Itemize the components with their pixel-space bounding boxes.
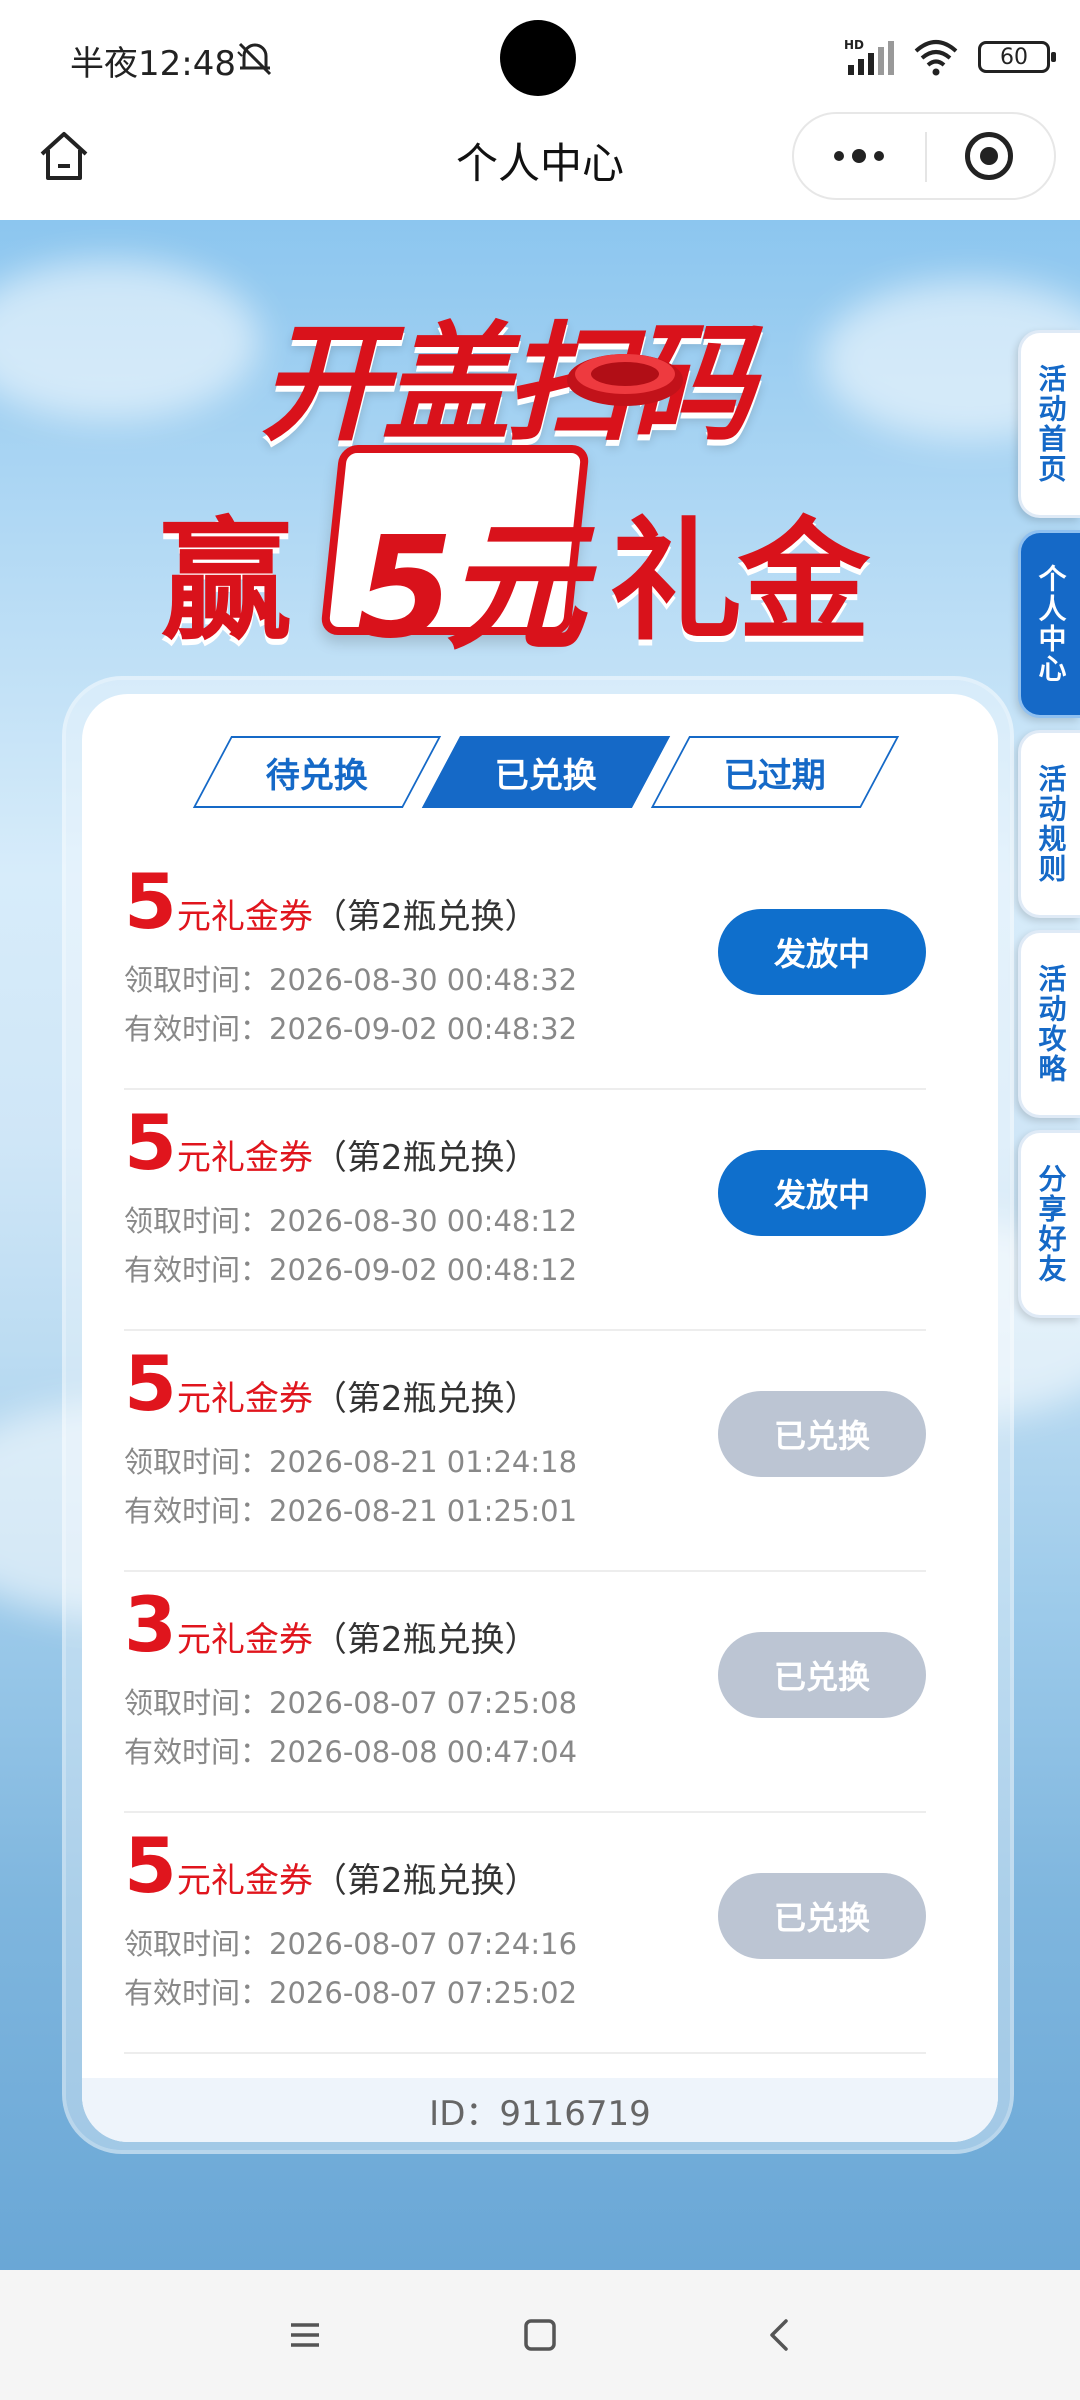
signal-icon: HD <box>844 38 894 75</box>
close-mini-program-button[interactable] <box>924 114 1054 198</box>
square-home-icon <box>524 2319 556 2351</box>
voucher-status-button[interactable]: 已兑换 <box>718 1873 926 1959</box>
voucher-note: （第2瓶兑换） <box>312 1138 539 1178</box>
voucher-unit: 元礼金券 <box>176 1620 313 1660</box>
claim-time: 2026-08-07 07:25:08 <box>269 1686 578 1720</box>
valid-time: 2026-08-07 07:25:02 <box>269 1976 578 2010</box>
voucher-item: 5 元礼金券 （第2瓶兑换） 领取时间：2026-08-30 00:48:12 … <box>124 1090 926 1331</box>
claim-time: 2026-08-07 07:24:16 <box>269 1927 578 1961</box>
side-tab-activity-home[interactable]: 活动首页 <box>1018 330 1080 518</box>
side-nav: 活动首页 个人中心 活动规则 活动攻略 分享好友 <box>1018 330 1080 1330</box>
valid-time: 2026-09-02 00:48:12 <box>269 1253 578 1287</box>
voucher-item: 5 元礼金券 （第2瓶兑换） 领取时间：2026-08-30 00:48:32 … <box>124 849 926 1090</box>
voucher-item: 5 元礼金券 （第2瓶兑换） 领取时间：2026-08-07 07:24:16 … <box>124 1813 926 2054</box>
voucher-amount: 5 <box>124 1098 177 1187</box>
voucher-amount: 5 <box>124 1339 177 1428</box>
menu-icon <box>291 2323 319 2347</box>
valid-time-label: 有效时间： <box>124 1494 270 1528</box>
voucher-note: （第2瓶兑换） <box>312 897 539 937</box>
promo-banner: 开盖扫码 赢 5元 礼金 <box>150 280 930 670</box>
status-bar: 半夜12:48 HD 60 <box>0 0 1080 110</box>
voucher-item: 3 元礼金券 （第2瓶兑换） 领取时间：2026-08-07 07:25:08 … <box>124 1572 926 1813</box>
side-tab-label: 活动首页 <box>1034 364 1068 484</box>
valid-time-label: 有效时间： <box>124 1735 270 1769</box>
menu-button[interactable] <box>270 2300 340 2370</box>
valid-time: 2026-08-21 01:25:01 <box>269 1494 578 1528</box>
valid-time-label: 有效时间： <box>124 1976 270 2010</box>
voucher-note: （第2瓶兑换） <box>312 1620 539 1660</box>
voucher-amount: 3 <box>124 1580 177 1669</box>
side-tab-label: 分享好友 <box>1034 1164 1068 1284</box>
mini-program-capsule <box>792 112 1056 200</box>
system-nav-bar <box>0 2270 1080 2400</box>
voucher-status-button[interactable]: 发放中 <box>718 909 926 995</box>
main-content: 开盖扫码 赢 5元 礼金 活动首页 个人中心 活动规则 活动攻略 分享好友 待兑… <box>0 220 1080 2270</box>
more-dot-icon <box>834 151 844 161</box>
side-tab-label: 活动攻略 <box>1034 964 1068 1084</box>
wifi-icon <box>914 40 958 76</box>
claim-time-label: 领取时间： <box>124 1204 270 1238</box>
target-icon <box>965 132 1013 180</box>
claim-time-label: 领取时间： <box>124 1445 270 1479</box>
claim-time-label: 领取时间： <box>124 963 270 997</box>
side-tab-label: 个人中心 <box>1034 564 1068 684</box>
voucher-unit: 元礼金券 <box>176 1138 313 1178</box>
more-button[interactable] <box>794 114 924 198</box>
home-nav-button[interactable] <box>505 2300 575 2370</box>
status-time: 半夜12:48 <box>70 44 236 84</box>
side-tab-share-friends[interactable]: 分享好友 <box>1018 1130 1080 1318</box>
voucher-unit: 元礼金券 <box>176 897 313 937</box>
network-type-label: HD <box>844 38 864 52</box>
claim-time-label: 领取时间： <box>124 1686 270 1720</box>
banner-amount: 5元 <box>356 507 585 670</box>
front-camera <box>500 20 576 96</box>
voucher-tabs: 待兑换 已兑换 已过期 <box>82 736 998 812</box>
voucher-amount: 5 <box>124 857 177 946</box>
valid-time-label: 有效时间： <box>124 1012 270 1046</box>
side-tab-activity-rules[interactable]: 活动规则 <box>1018 730 1080 918</box>
voucher-item: 5 元礼金券 （第2瓶兑换） 领取时间：2026-08-21 01:24:18 … <box>124 1331 926 1572</box>
tab-label: 已兑换 <box>495 755 597 796</box>
side-tab-activity-guide[interactable]: 活动攻略 <box>1018 930 1080 1118</box>
voucher-list: 5 元礼金券 （第2瓶兑换） 领取时间：2026-08-30 00:48:32 … <box>124 849 926 2054</box>
page-header: 个人中心 <box>0 110 1080 220</box>
tab-redeemed[interactable]: 已兑换 <box>421 736 671 808</box>
claim-time: 2026-08-21 01:24:18 <box>269 1445 578 1479</box>
mute-bell-icon <box>237 42 272 76</box>
valid-time: 2026-08-08 00:47:04 <box>269 1735 578 1769</box>
more-dot-icon <box>874 151 884 161</box>
banner-gift-text: 礼金 <box>610 505 870 659</box>
tab-label: 待兑换 <box>266 755 368 796</box>
banner-win-text: 赢 <box>160 505 292 659</box>
more-dot-icon <box>852 149 866 163</box>
battery-indicator: 60 <box>978 41 1056 73</box>
voucher-status-button[interactable]: 已兑换 <box>718 1632 926 1718</box>
back-chevron-icon <box>770 2319 788 2351</box>
user-id: ID：9116719 <box>82 2078 998 2142</box>
valid-time-label: 有效时间： <box>124 1253 270 1287</box>
tab-label: 已过期 <box>724 755 826 796</box>
voucher-unit: 元礼金券 <box>176 1379 313 1419</box>
voucher-unit: 元礼金券 <box>176 1861 313 1901</box>
bottle-cap-icon <box>567 354 683 406</box>
tab-pending[interactable]: 待兑换 <box>192 736 442 808</box>
claim-time-label: 领取时间： <box>124 1927 270 1961</box>
voucher-status-button[interactable]: 已兑换 <box>718 1391 926 1477</box>
claim-time: 2026-08-30 00:48:12 <box>269 1204 578 1238</box>
voucher-panel: 待兑换 已兑换 已过期 5 元礼金券 （第2瓶兑换） 领取时间：2026-08-… <box>82 694 998 2142</box>
voucher-status-button[interactable]: 发放中 <box>718 1150 926 1236</box>
tab-expired[interactable]: 已过期 <box>650 736 900 808</box>
claim-time: 2026-08-30 00:48:32 <box>269 963 578 997</box>
voucher-note: （第2瓶兑换） <box>312 1379 539 1419</box>
back-button[interactable] <box>745 2300 815 2370</box>
valid-time: 2026-09-02 00:48:32 <box>269 1012 578 1046</box>
side-tab-personal-center[interactable]: 个人中心 <box>1018 530 1080 718</box>
voucher-amount: 5 <box>124 1821 177 1910</box>
voucher-note: （第2瓶兑换） <box>312 1861 539 1901</box>
side-tab-label: 活动规则 <box>1034 764 1068 884</box>
